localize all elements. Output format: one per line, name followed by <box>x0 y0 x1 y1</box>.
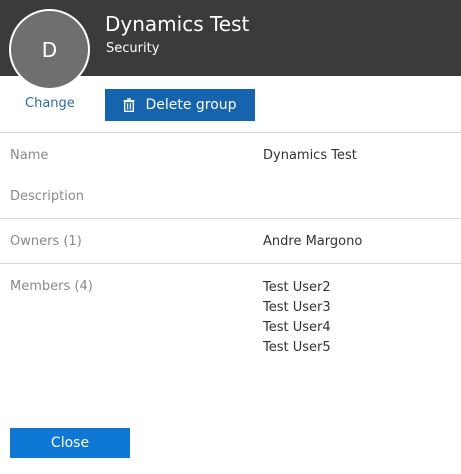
group-type: Security <box>106 41 160 56</box>
members-label: Members (4) <box>10 279 93 294</box>
divider <box>0 132 461 133</box>
member-item: Test User3 <box>263 300 331 315</box>
group-title: Dynamics Test <box>105 12 250 36</box>
delete-group-button[interactable]: Delete group <box>105 89 255 121</box>
name-label: Name <box>10 148 49 163</box>
trash-icon <box>123 98 135 112</box>
delete-group-label: Delete group <box>145 97 237 113</box>
group-avatar: D <box>9 9 90 90</box>
owners-label: Owners (1) <box>10 234 82 249</box>
change-photo-link[interactable]: Change <box>25 96 75 111</box>
members-list: Test User2 Test User3 Test User4 Test Us… <box>263 278 331 358</box>
divider <box>0 218 461 219</box>
owner-name: Andre Margono <box>263 234 363 249</box>
member-item: Test User5 <box>263 340 331 355</box>
name-value: Dynamics Test <box>263 148 357 163</box>
member-item: Test User4 <box>263 320 331 335</box>
avatar-initial: D <box>41 37 58 62</box>
divider <box>0 263 461 264</box>
close-button[interactable]: Close <box>10 428 130 458</box>
description-label: Description <box>10 189 85 204</box>
member-item: Test User2 <box>263 280 331 295</box>
